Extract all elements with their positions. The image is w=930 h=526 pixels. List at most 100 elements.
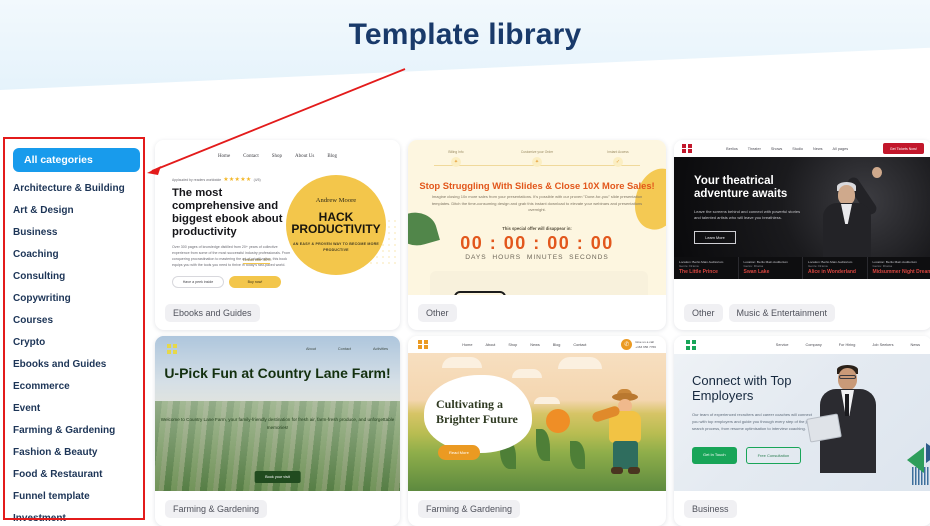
nav-link: Shop [271,154,283,159]
limited-offer-label: Limited offer -40% [243,258,271,264]
sidebar-item-all-categories[interactable]: All categories [13,148,140,172]
sidebar-item-consulting[interactable]: Consulting [13,265,150,287]
template-thumbnail: Home About Shop News Blog Contact ✆ Give… [408,336,666,491]
offer-label: This special offer will disappear in: [502,226,572,231]
template-card-sales-countdown[interactable]: Billing Info ✦ Customize your Order ✦ In… [408,140,666,330]
nav-link: About [305,346,316,351]
logo-icon [167,344,177,354]
book-subtitle: AN EASY & PROVEN WAY TO BECOME MORE PROD… [293,241,379,253]
free-consultation-button[interactable]: Free Consultation [745,447,802,464]
nav-link: About [485,342,496,347]
template-thumbnail: About Contact Activities U-Pick Fun at C… [155,336,400,491]
sidebar-item-label: Consulting [13,270,66,282]
sidebar-item-ecommerce[interactable]: Ecommerce [13,375,150,397]
card-tags: Ebooks and Guides [155,295,400,330]
card-tags: Other [408,295,666,330]
card-tags: Business [674,491,930,526]
template-card-cultivating-brighter-future[interactable]: Home About Shop News Blog Contact ✆ Give… [408,336,666,526]
hero-heading: Cultivating a Brighter Future [436,397,518,426]
step-icon-check: ✓ [613,157,623,167]
product-summary-box: Product name Unit price: US$ 2.13 [430,271,648,295]
nav-link: Home [462,342,473,347]
rating-row: Applauded by readers worldwide ★★★★★ (4/… [172,176,292,183]
tag-badge[interactable]: Ebooks and Guides [165,303,260,322]
nav-link: Contact [243,154,259,159]
sidebar-item-crypto[interactable]: Crypto [13,331,150,353]
sidebar-item-copywriting[interactable]: Copywriting [13,287,150,309]
template-thumbnail: Berlios Theater Shows Studio News All pa… [674,140,930,295]
sidebar-item-coaching[interactable]: Coaching [13,243,150,265]
sidebar-item-farming-gardening[interactable]: Farming & Gardening [13,419,150,441]
template-card-country-lane-farm[interactable]: About Contact Activities U-Pick Fun at C… [155,336,400,526]
book-title: HACK PRODUCTIVITY [291,209,381,237]
hero-heading: Your theatrical adventure awaits [694,175,788,200]
tag-badge[interactable]: Farming & Gardening [418,499,521,518]
arrow-graphic-decoration [896,433,930,485]
nav-link: Company [805,343,822,347]
farm-illustration: Cultivating a Brighter Future Read More [408,353,666,491]
sidebar-item-label: Funnel template [13,490,90,502]
hero-heading: The most comprehensive and biggest ebook… [172,187,283,238]
book-visit-button[interactable]: Book your visit [254,471,301,483]
peek-inside-button[interactable]: Have a peek inside [172,275,224,288]
template-card-theatre[interactable]: Berlios Theater Shows Studio News All pa… [674,140,930,330]
nav-link: Shows [770,146,783,151]
sidebar-item-ebooks-and-guides[interactable]: Ebooks and Guides [13,353,150,375]
template-thumbnail: Service Company For Hiring Job Seekers N… [674,336,930,491]
sidebar-item-courses[interactable]: Courses [13,309,150,331]
template-card-connect-top-employers[interactable]: Service Company For Hiring Job Seekers N… [674,336,930,526]
mini-site-nav: Home About Shop News Blog Contact [428,343,622,347]
hero-slant-decoration [0,46,930,135]
sidebar-item-business[interactable]: Business [13,221,150,243]
sidebar-item-fashion-beauty[interactable]: Fashion & Beauty [13,441,150,463]
event-item[interactable]: Location: Berlio Main Auditorium Genre: … [739,257,803,279]
template-thumbnail: Home Contact Shop About Us Blog Applaude… [155,140,400,295]
sidebar-item-funnel-template[interactable]: Funnel template [13,485,150,507]
phone-contact[interactable]: ✆ Give us a call +163 656 7766 [621,339,656,350]
hero-body: Our team of experienced recruiters and c… [692,412,812,431]
get-in-touch-button[interactable]: Get In Touch [692,447,737,464]
tag-badge[interactable]: Business [684,499,737,518]
nav-link: Theater [747,146,761,151]
sidebar-item-event[interactable]: Event [13,397,150,419]
event-item[interactable]: Location: Berlio Main Auditorium Genre: … [803,257,868,279]
nav-link: News [813,146,823,151]
sidebar-item-investment[interactable]: Investment [13,507,150,526]
hero-heading: Stop Struggling With Slides & Close 10X … [419,180,655,191]
nav-link: Contact [573,342,587,347]
plant-decoration [536,429,550,461]
tag-badge[interactable]: Farming & Gardening [165,499,268,518]
nav-link: News [530,342,540,347]
event-item[interactable]: Location: Berlio Main Auditorium Genre: … [868,257,930,279]
event-item[interactable]: Location: Berlio Main Auditorium Genre: … [674,257,739,279]
nav-link: Shop [508,342,518,347]
tag-badge[interactable]: Music & Entertainment [728,303,836,322]
hero-heading: U-Pick Fun at Country Lane Farm! [164,365,391,381]
tag-badge[interactable]: Other [418,303,457,322]
mini-site-nav: Home Contact Shop About Us Blog [155,154,400,159]
page-title: Template library [348,18,582,51]
mini-site-nav: Berlios Theater Shows Studio News All pa… [692,147,883,151]
timer-unit-seconds: SECONDS [569,254,609,261]
product-image-placeholder [454,291,506,295]
sidebar-item-label: Food & Restaurant [13,468,103,480]
sidebar-item-architecture-building[interactable]: Architecture & Building [13,177,150,199]
tag-badge[interactable]: Other [684,303,723,322]
get-tickets-button[interactable]: Get Tickets Now! [882,143,924,154]
nav-link: Activities [373,346,388,351]
sidebar-item-label: Courses [13,314,54,326]
read-more-button[interactable]: Read More [438,445,480,460]
timer-unit-days: DAYS [465,254,487,261]
step-icon-billing: ✦ [451,157,461,167]
cloud-decoration [534,397,560,404]
step-icon-cart: ✦ [532,157,542,167]
buy-now-button[interactable]: Buy now! [229,275,281,288]
learn-more-button[interactable]: Learn More [694,231,736,244]
phone-label: Give us a call [635,339,654,344]
sidebar-item-food-restaurant[interactable]: Food & Restaurant [13,463,150,485]
timer-unit-minutes: MINUTES [526,254,564,261]
sidebar-item-art-design[interactable]: Art & Design [13,199,150,221]
countdown-timer: 00 : 00 : 00 : 00 [460,233,614,253]
template-card-ebook-productivity[interactable]: Home Contact Shop About Us Blog Applaude… [155,140,400,330]
rating-count: (4/5) [253,177,261,182]
